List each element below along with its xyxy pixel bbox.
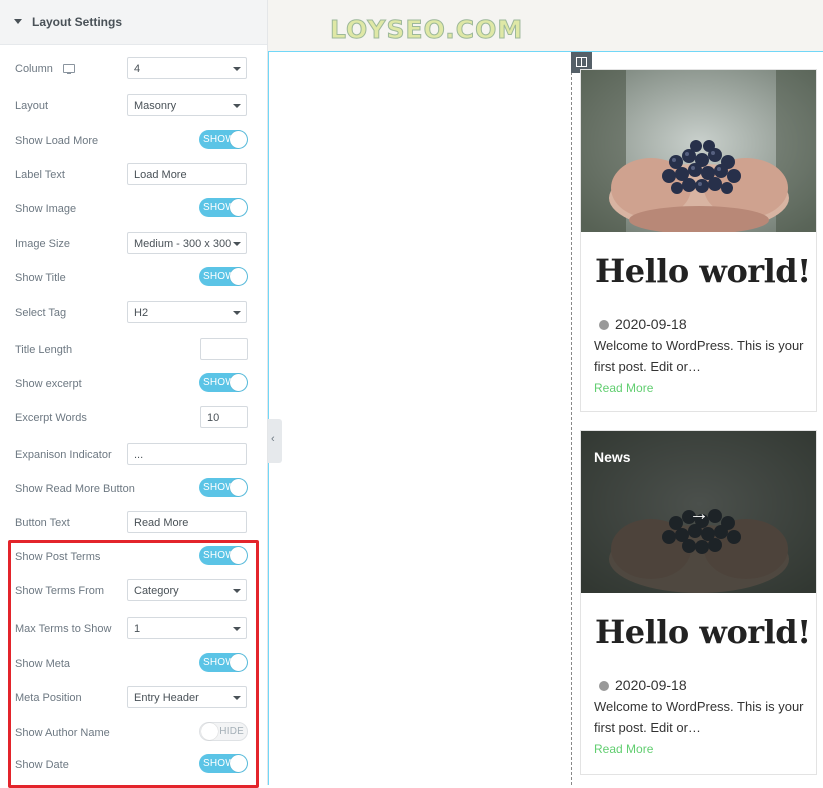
clock-icon: [599, 320, 609, 330]
control-column: Column 4: [0, 57, 267, 81]
excerpt-words-number-input[interactable]: 10: [200, 406, 248, 428]
column-select[interactable]: 4: [127, 57, 247, 79]
select-value: Masonry: [134, 100, 177, 112]
control-label: Show excerpt: [15, 378, 82, 390]
toggle-knob: [230, 479, 247, 496]
control-label: Show Image: [15, 203, 77, 215]
layout-select[interactable]: Masonry: [127, 94, 247, 116]
input-value: 10: [207, 412, 220, 424]
control-label: Excerpt Words: [15, 412, 87, 424]
post-date-text: 2020-09-18: [615, 677, 687, 693]
post-image: [581, 70, 816, 232]
select-tag-select[interactable]: H2: [127, 301, 247, 323]
panel-collapse-handle[interactable]: ‹: [268, 419, 282, 463]
control-label: Column: [15, 63, 53, 75]
chevron-left-icon: ‹: [271, 433, 275, 445]
post-date-text: 2020-09-18: [615, 316, 687, 332]
control-layout: Layout Masonry: [0, 94, 267, 118]
control-show-read-more-button: Show Read More Button SHOW: [0, 477, 267, 501]
post-excerpt: Welcome to WordPress. This is your first…: [594, 699, 804, 735]
section-title: Layout Settings: [32, 15, 123, 29]
column-icon: [576, 57, 587, 67]
chevron-down-icon: [233, 242, 241, 246]
post-date: 2020-09-18: [599, 316, 687, 332]
show-read-more-button-toggle[interactable]: SHOW: [199, 478, 248, 497]
monitor-icon[interactable]: [63, 64, 75, 74]
arrow-right-icon[interactable]: →: [689, 503, 709, 526]
control-select-tag: Select Tag H2: [0, 301, 267, 325]
post-term-badge[interactable]: News: [594, 449, 631, 465]
expanison-indicator-input[interactable]: ...: [127, 443, 247, 465]
control-label: Show Load More: [15, 135, 99, 147]
control-label-text: Label Text Load More: [0, 163, 267, 187]
clock-icon: [599, 681, 609, 691]
control-show-excerpt: Show excerpt SHOW: [0, 372, 267, 396]
control-expanison-indicator: Expanison Indicator...: [0, 443, 267, 467]
show-excerpt-toggle[interactable]: SHOW: [199, 373, 248, 392]
toggle-knob: [230, 374, 247, 391]
toggle-knob: [230, 199, 247, 216]
control-label: Button Text: [15, 517, 70, 529]
control-excerpt-words: Excerpt Words 10: [0, 406, 267, 430]
settings-panel: Layout Settings Column 4 Layout Masonry Show…: [0, 0, 268, 788]
toggle-knob: [230, 268, 247, 285]
chevron-down-icon: [233, 311, 241, 315]
control-label: Select Tag: [15, 307, 67, 319]
chevron-down-icon: [233, 67, 241, 71]
image-size-select[interactable]: Medium - 300 x 300: [127, 232, 247, 254]
post-card: Hello world! 2020-09-18 Welcome to WordP…: [580, 69, 817, 412]
show-title-toggle[interactable]: SHOW: [199, 267, 248, 286]
control-label: Expanison Indicator: [15, 449, 112, 461]
select-value: H2: [134, 307, 149, 319]
post-excerpt: Welcome to WordPress. This is your first…: [594, 338, 804, 374]
show-image-toggle[interactable]: SHOW: [199, 198, 248, 217]
control-button-text: Button Text Read More: [0, 511, 267, 535]
section-header[interactable]: Layout Settings: [0, 0, 267, 45]
post-title[interactable]: Hello world!: [595, 252, 811, 290]
input-value: Read More: [134, 517, 189, 529]
post-date: 2020-09-18: [599, 677, 687, 693]
brand-logo: LOYSEO.COM: [329, 15, 524, 45]
control-label: Image Size: [15, 238, 71, 250]
control-label: Layout: [15, 100, 49, 112]
read-more-link[interactable]: Read More: [594, 742, 653, 756]
highlight-annotation-box: [8, 540, 259, 788]
chevron-down-icon: [233, 104, 241, 108]
read-more-link[interactable]: Read More: [594, 381, 653, 395]
show-load-more-toggle[interactable]: SHOW: [199, 130, 248, 149]
input-value: ...: [134, 449, 144, 461]
post-card: News → Hello world! 2020-09-18 Welcome t…: [580, 430, 817, 775]
select-value: 4: [134, 63, 141, 75]
caret-down-icon: [14, 19, 22, 24]
control-show-title: Show Title SHOW: [0, 266, 267, 290]
button-text-input[interactable]: Read More: [127, 511, 247, 533]
control-show-image: Show Image SHOW: [0, 197, 267, 221]
control-image-size: Image Size Medium - 300 x 300: [0, 232, 267, 256]
column-outline: [571, 72, 572, 785]
title-length-number-input[interactable]: [200, 338, 248, 360]
input-value: Load More: [134, 169, 187, 181]
control-label: Label Text: [15, 169, 65, 181]
label-text-input[interactable]: Load More: [127, 163, 247, 185]
post-title[interactable]: Hello world!: [595, 613, 811, 651]
control-label: Title Length: [15, 344, 73, 356]
select-value: Medium - 300 x 300: [134, 238, 232, 250]
control-show-load-more: Show Load More SHOW: [0, 129, 267, 153]
control-title-length: Title Length: [0, 338, 267, 362]
toggle-knob: [230, 131, 247, 148]
control-label: Show Title: [15, 272, 66, 284]
control-label: Show Read More Button: [15, 483, 135, 495]
